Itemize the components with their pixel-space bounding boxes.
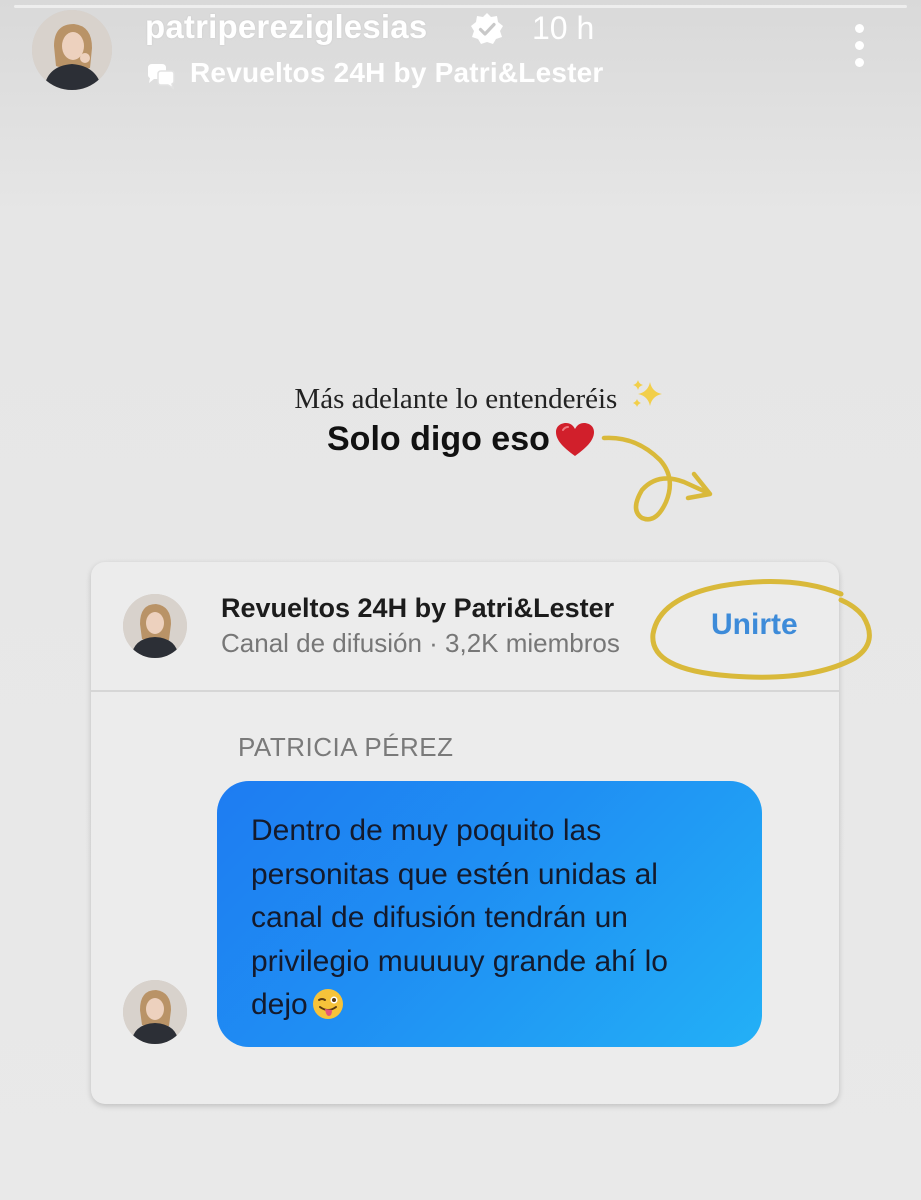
red-heart-icon [556,423,594,456]
channel-title: Revueltos 24H by Patri&Lester [221,593,615,623]
time-ago: 10 h [532,10,595,46]
more-options-icon[interactable] [846,24,872,70]
arrow-doodle-icon [601,435,713,522]
verified-badge-icon [471,13,503,44]
caption-line-1: Más adelante lo entenderéis [0,374,921,416]
sender-avatar [123,980,187,1044]
channel-label[interactable]: Revueltos 24H by Patri&Lester [190,57,604,89]
sparkles-icon [632,380,662,407]
channel-subtitle: Canal de difusión · 3,2K miembros [221,628,620,658]
story-header: patripereziglesias 10 h Revueltos 24H by… [0,0,921,100]
sender-name: PATRICIA PÉREZ [238,732,454,762]
message-text: Dentro de muy poquito las personitas que… [251,809,738,1027]
username[interactable]: patripereziglesias [145,8,427,46]
caption-text-1: Más adelante lo entenderéis [294,383,618,415]
broadcast-channel-icon [148,64,175,90]
profile-avatar-icon[interactable] [32,10,112,90]
caption-line-2: Solo digo eso [327,420,550,458]
card-divider [91,690,839,692]
channel-avatar[interactable] [123,594,187,658]
join-button[interactable]: Unirte [711,608,798,642]
broadcast-channel-card: Revueltos 24H by Patri&Lester Canal de d… [91,562,872,1104]
winking-tongue-emoji-icon [312,989,343,1019]
message-bubble[interactable]: Dentro de muy poquito las personitas que… [217,781,762,1047]
